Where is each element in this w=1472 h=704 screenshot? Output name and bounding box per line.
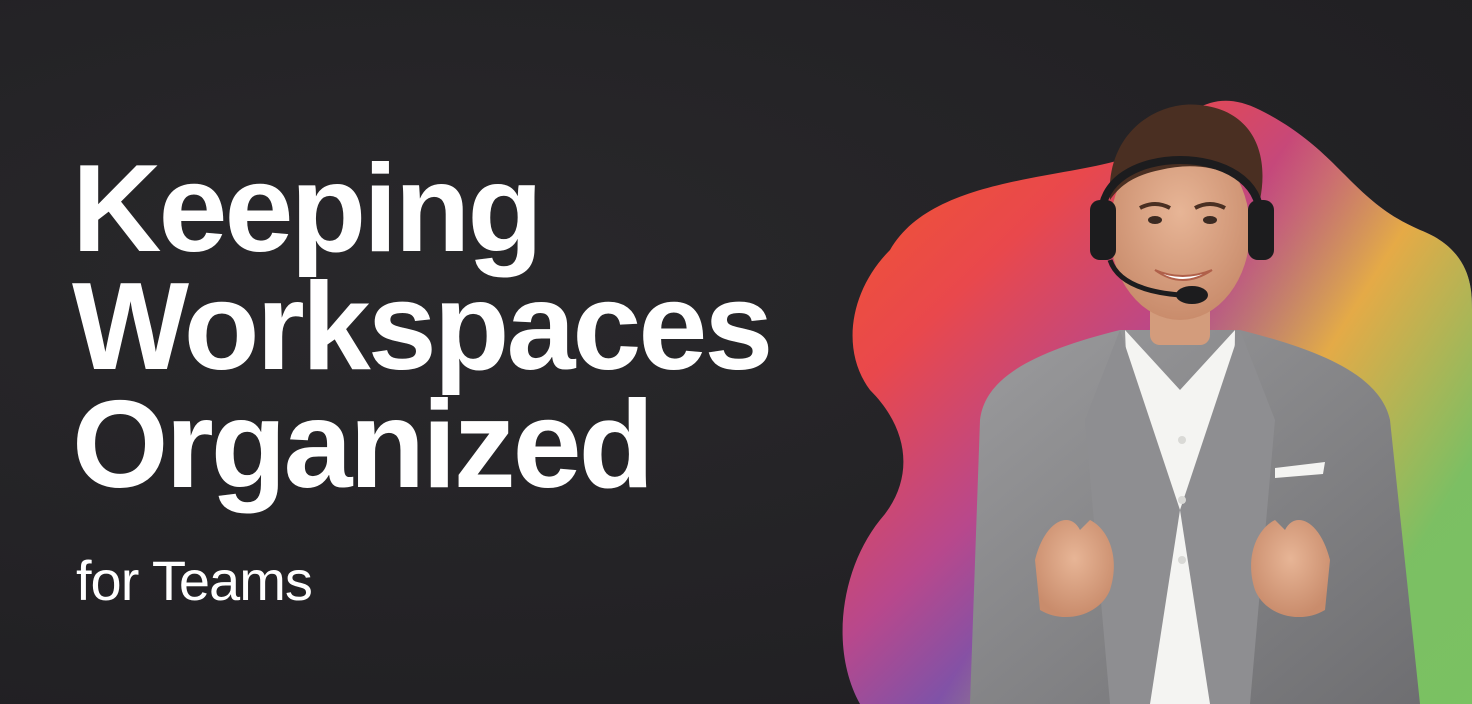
headline: Keeping Workspaces Organized bbox=[72, 140, 773, 514]
hero-banner: Keeping Workspaces Organized for Teams bbox=[0, 0, 1472, 704]
subheadline: for Teams bbox=[76, 549, 313, 612]
headline-line-3: Organized bbox=[72, 376, 654, 514]
headline-line-2: Workspaces bbox=[72, 258, 773, 396]
hero-illustration bbox=[842, 100, 1472, 704]
headline-line-1: Keeping bbox=[72, 140, 543, 278]
